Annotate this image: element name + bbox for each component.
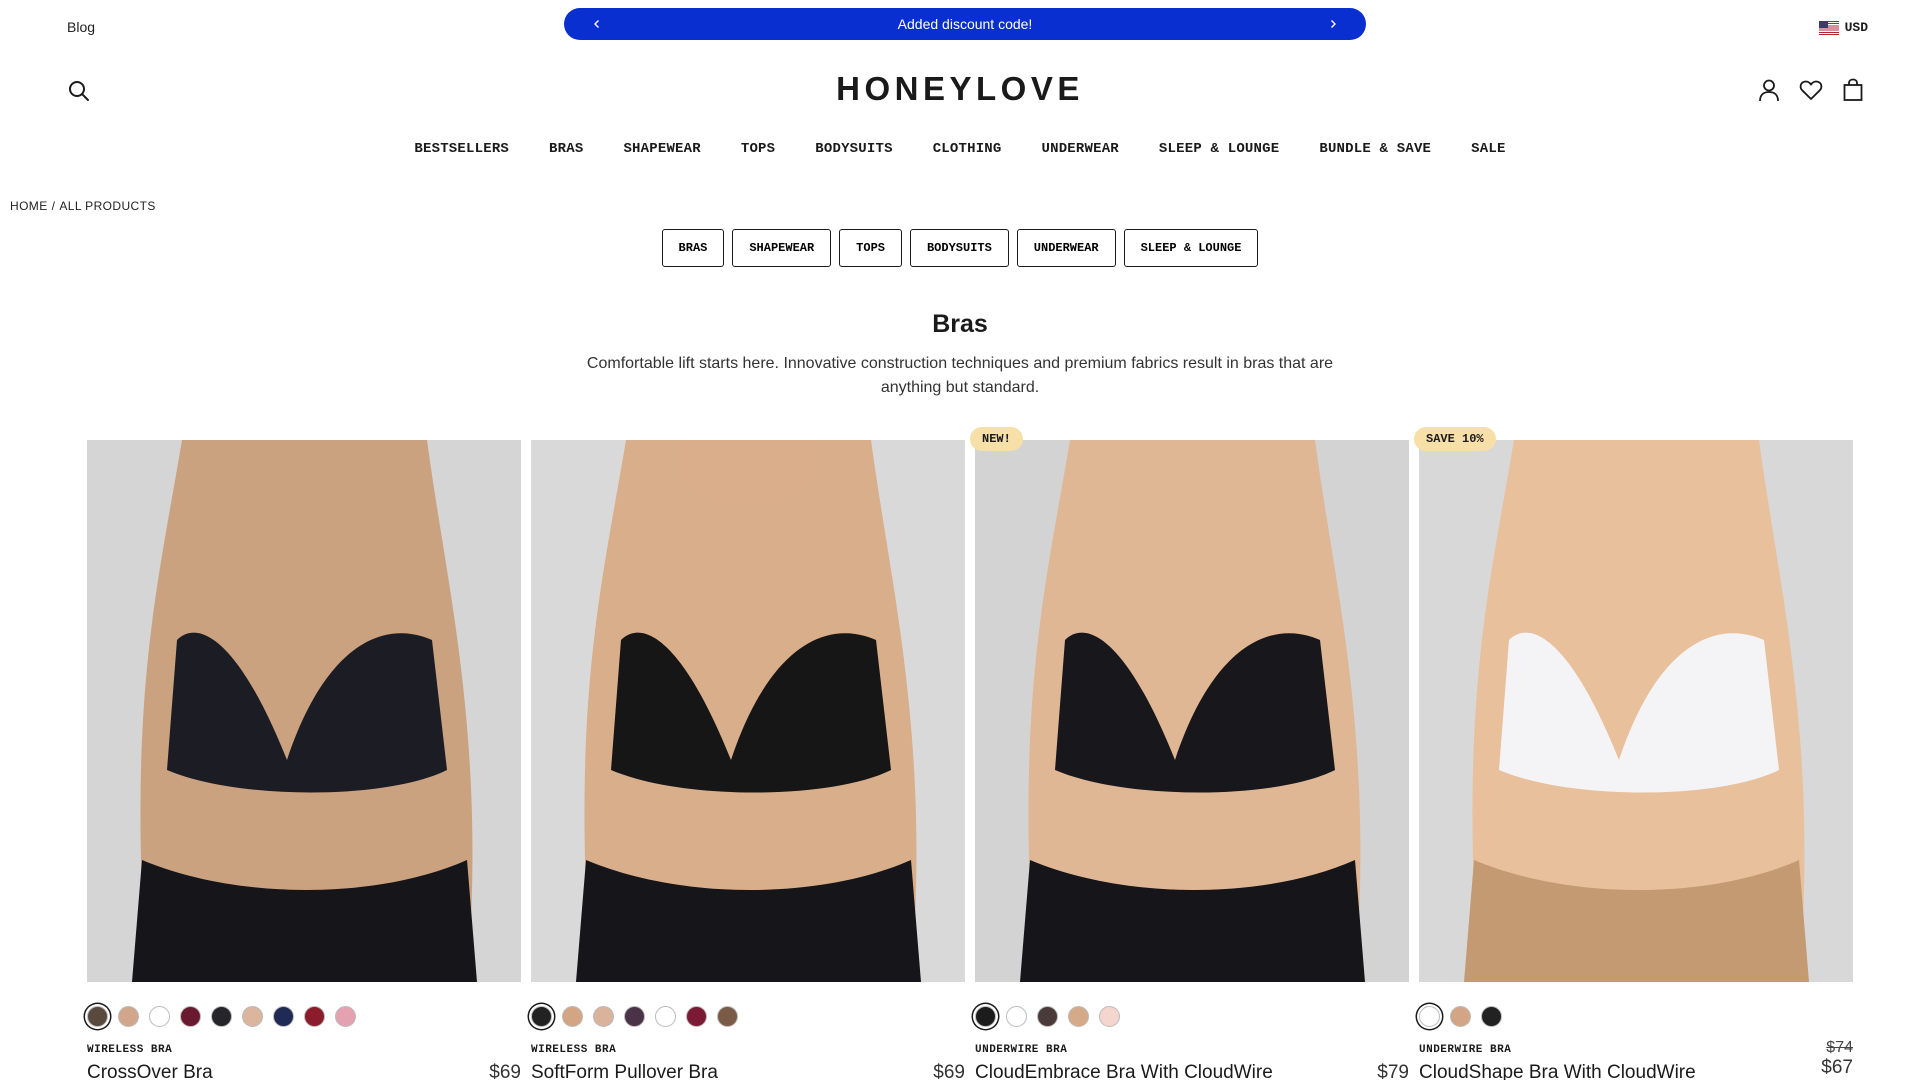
- product-photo-illustration: [87, 440, 521, 982]
- color-swatch[interactable]: [686, 1005, 707, 1027]
- wishlist-heart-icon[interactable]: [1798, 77, 1824, 103]
- pill-bodysuits[interactable]: BODYSUITS: [909, 229, 1009, 267]
- product-type: WIRELESS BRA: [87, 1044, 173, 1056]
- blog-link[interactable]: Blog: [67, 19, 95, 35]
- product-price: $79: [1377, 1062, 1409, 1080]
- breadcrumb-home[interactable]: HOME: [10, 199, 48, 213]
- color-swatch[interactable]: [1068, 1005, 1089, 1027]
- pill-tops[interactable]: TOPS: [839, 229, 902, 267]
- product-price-group: $69: [489, 1062, 521, 1080]
- color-swatch[interactable]: [1099, 1005, 1120, 1027]
- category-filter-pills: BRAS SHAPEWEAR TOPS BODYSUITS UNDERWEAR …: [0, 229, 1920, 267]
- page-title: Bras: [932, 310, 988, 338]
- nav-item-bestsellers[interactable]: BESTSELLERS: [394, 141, 529, 157]
- color-swatch[interactable]: [149, 1005, 170, 1027]
- color-swatch[interactable]: [1481, 1005, 1502, 1027]
- product-badge: NEW!: [970, 427, 1023, 451]
- currency-selector[interactable]: USD: [1818, 20, 1868, 35]
- product-photo-illustration: [975, 440, 1409, 982]
- product-price-group: $69: [933, 1062, 965, 1080]
- nav-item-bundle-save[interactable]: BUNDLE & SAVE: [1299, 141, 1451, 157]
- pill-shapewear[interactable]: SHAPEWEAR: [732, 229, 832, 267]
- breadcrumb-separator: /: [51, 199, 56, 213]
- shopping-bag-icon[interactable]: [1840, 77, 1866, 103]
- breadcrumb: HOME / ALL PRODUCTS: [10, 199, 156, 213]
- color-swatch[interactable]: [1419, 1005, 1440, 1027]
- product-type: UNDERWIRE BRA: [1419, 1044, 1512, 1056]
- nav-item-sleep-lounge[interactable]: SLEEP & LOUNGE: [1139, 141, 1299, 157]
- product-card[interactable]: WIRELESS BRA CrossOver Bra $69: [87, 440, 521, 1080]
- announcement-bar: Added discount code!: [564, 8, 1366, 40]
- account-icon[interactable]: [1756, 77, 1782, 103]
- product-image[interactable]: [531, 440, 965, 982]
- color-swatch[interactable]: [273, 1005, 294, 1027]
- nav-item-clothing[interactable]: CLOTHING: [913, 141, 1022, 157]
- main-navigation: BESTSELLERS BRAS SHAPEWEAR TOPS BODYSUIT…: [0, 141, 1920, 157]
- product-photo-illustration: [1419, 440, 1853, 982]
- color-swatch[interactable]: [531, 1005, 552, 1027]
- color-swatch[interactable]: [975, 1005, 996, 1027]
- nav-item-shapewear[interactable]: SHAPEWEAR: [603, 141, 720, 157]
- color-swatch[interactable]: [655, 1005, 676, 1027]
- category-description: Comfortable lift starts here. Innovative…: [586, 355, 1334, 396]
- product-name[interactable]: CloudEmbrace Bra With CloudWire: [975, 1062, 1273, 1080]
- color-swatch[interactable]: [1450, 1005, 1471, 1027]
- color-swatches: [975, 1004, 1409, 1028]
- color-swatch[interactable]: [1006, 1005, 1027, 1027]
- announcement-text: Added discount code!: [897, 16, 1033, 32]
- product-image[interactable]: [975, 440, 1409, 982]
- product-image[interactable]: [1419, 440, 1853, 982]
- product-name[interactable]: CrossOver Bra: [87, 1062, 213, 1080]
- nav-item-tops[interactable]: TOPS: [721, 141, 795, 157]
- chevron-left-icon[interactable]: [590, 17, 604, 31]
- color-swatches: [1419, 1004, 1853, 1028]
- color-swatch[interactable]: [562, 1005, 583, 1027]
- site-logo[interactable]: HONEYLOVE: [0, 70, 1920, 108]
- product-original-price: $74: [1826, 1039, 1853, 1056]
- chevron-right-icon[interactable]: [1326, 17, 1340, 31]
- nav-item-underwear[interactable]: UNDERWEAR: [1022, 141, 1139, 157]
- product-price-group: $74 $67: [1821, 1039, 1853, 1079]
- product-image[interactable]: [87, 440, 521, 982]
- product-name[interactable]: SoftForm Pullover Bra: [531, 1062, 718, 1080]
- breadcrumb-current: ALL PRODUCTS: [59, 199, 156, 213]
- color-swatch[interactable]: [242, 1005, 263, 1027]
- pill-bras[interactable]: BRAS: [661, 229, 725, 267]
- color-swatch[interactable]: [624, 1005, 645, 1027]
- nav-item-bodysuits[interactable]: BODYSUITS: [795, 141, 912, 157]
- pill-sleep-lounge[interactable]: SLEEP & LOUNGE: [1123, 229, 1259, 267]
- color-swatch[interactable]: [717, 1005, 738, 1027]
- color-swatch[interactable]: [211, 1005, 232, 1027]
- color-swatch[interactable]: [180, 1005, 201, 1027]
- us-flag-icon: [1818, 20, 1839, 35]
- color-swatches: [531, 1004, 965, 1028]
- product-price: $67: [1821, 1057, 1853, 1078]
- color-swatch[interactable]: [304, 1005, 325, 1027]
- color-swatches: [87, 1004, 521, 1028]
- product-card[interactable]: SAVE 10% UNDERWIRE BRA CloudShape Bra Wi…: [1414, 427, 1853, 1080]
- product-card[interactable]: NEW! UNDERWIRE BRA CloudEmbrace Bra With…: [970, 427, 1409, 1080]
- product-price: $69: [933, 1062, 965, 1080]
- product-price-group: $79: [1377, 1062, 1409, 1080]
- nav-item-bras[interactable]: BRAS: [529, 141, 603, 157]
- product-grid: WIRELESS BRA CrossOver Bra $69 WIRELESS …: [87, 427, 1853, 1080]
- color-swatch[interactable]: [593, 1005, 614, 1027]
- color-swatch[interactable]: [1037, 1005, 1058, 1027]
- color-swatch[interactable]: [87, 1005, 108, 1027]
- pill-underwear[interactable]: UNDERWEAR: [1016, 229, 1116, 267]
- product-type: WIRELESS BRA: [531, 1044, 617, 1056]
- color-swatch[interactable]: [118, 1005, 139, 1027]
- product-name[interactable]: CloudShape Bra With CloudWire: [1419, 1062, 1696, 1080]
- product-photo-illustration: [531, 440, 965, 982]
- header-actions: [1756, 77, 1866, 103]
- product-card[interactable]: WIRELESS BRA SoftForm Pullover Bra $69: [531, 440, 965, 1080]
- product-price: $69: [489, 1062, 521, 1080]
- currency-label: USD: [1844, 20, 1868, 35]
- color-swatch[interactable]: [335, 1005, 356, 1027]
- product-badge: SAVE 10%: [1414, 427, 1496, 451]
- nav-item-sale[interactable]: SALE: [1451, 141, 1525, 157]
- product-type: UNDERWIRE BRA: [975, 1044, 1068, 1056]
